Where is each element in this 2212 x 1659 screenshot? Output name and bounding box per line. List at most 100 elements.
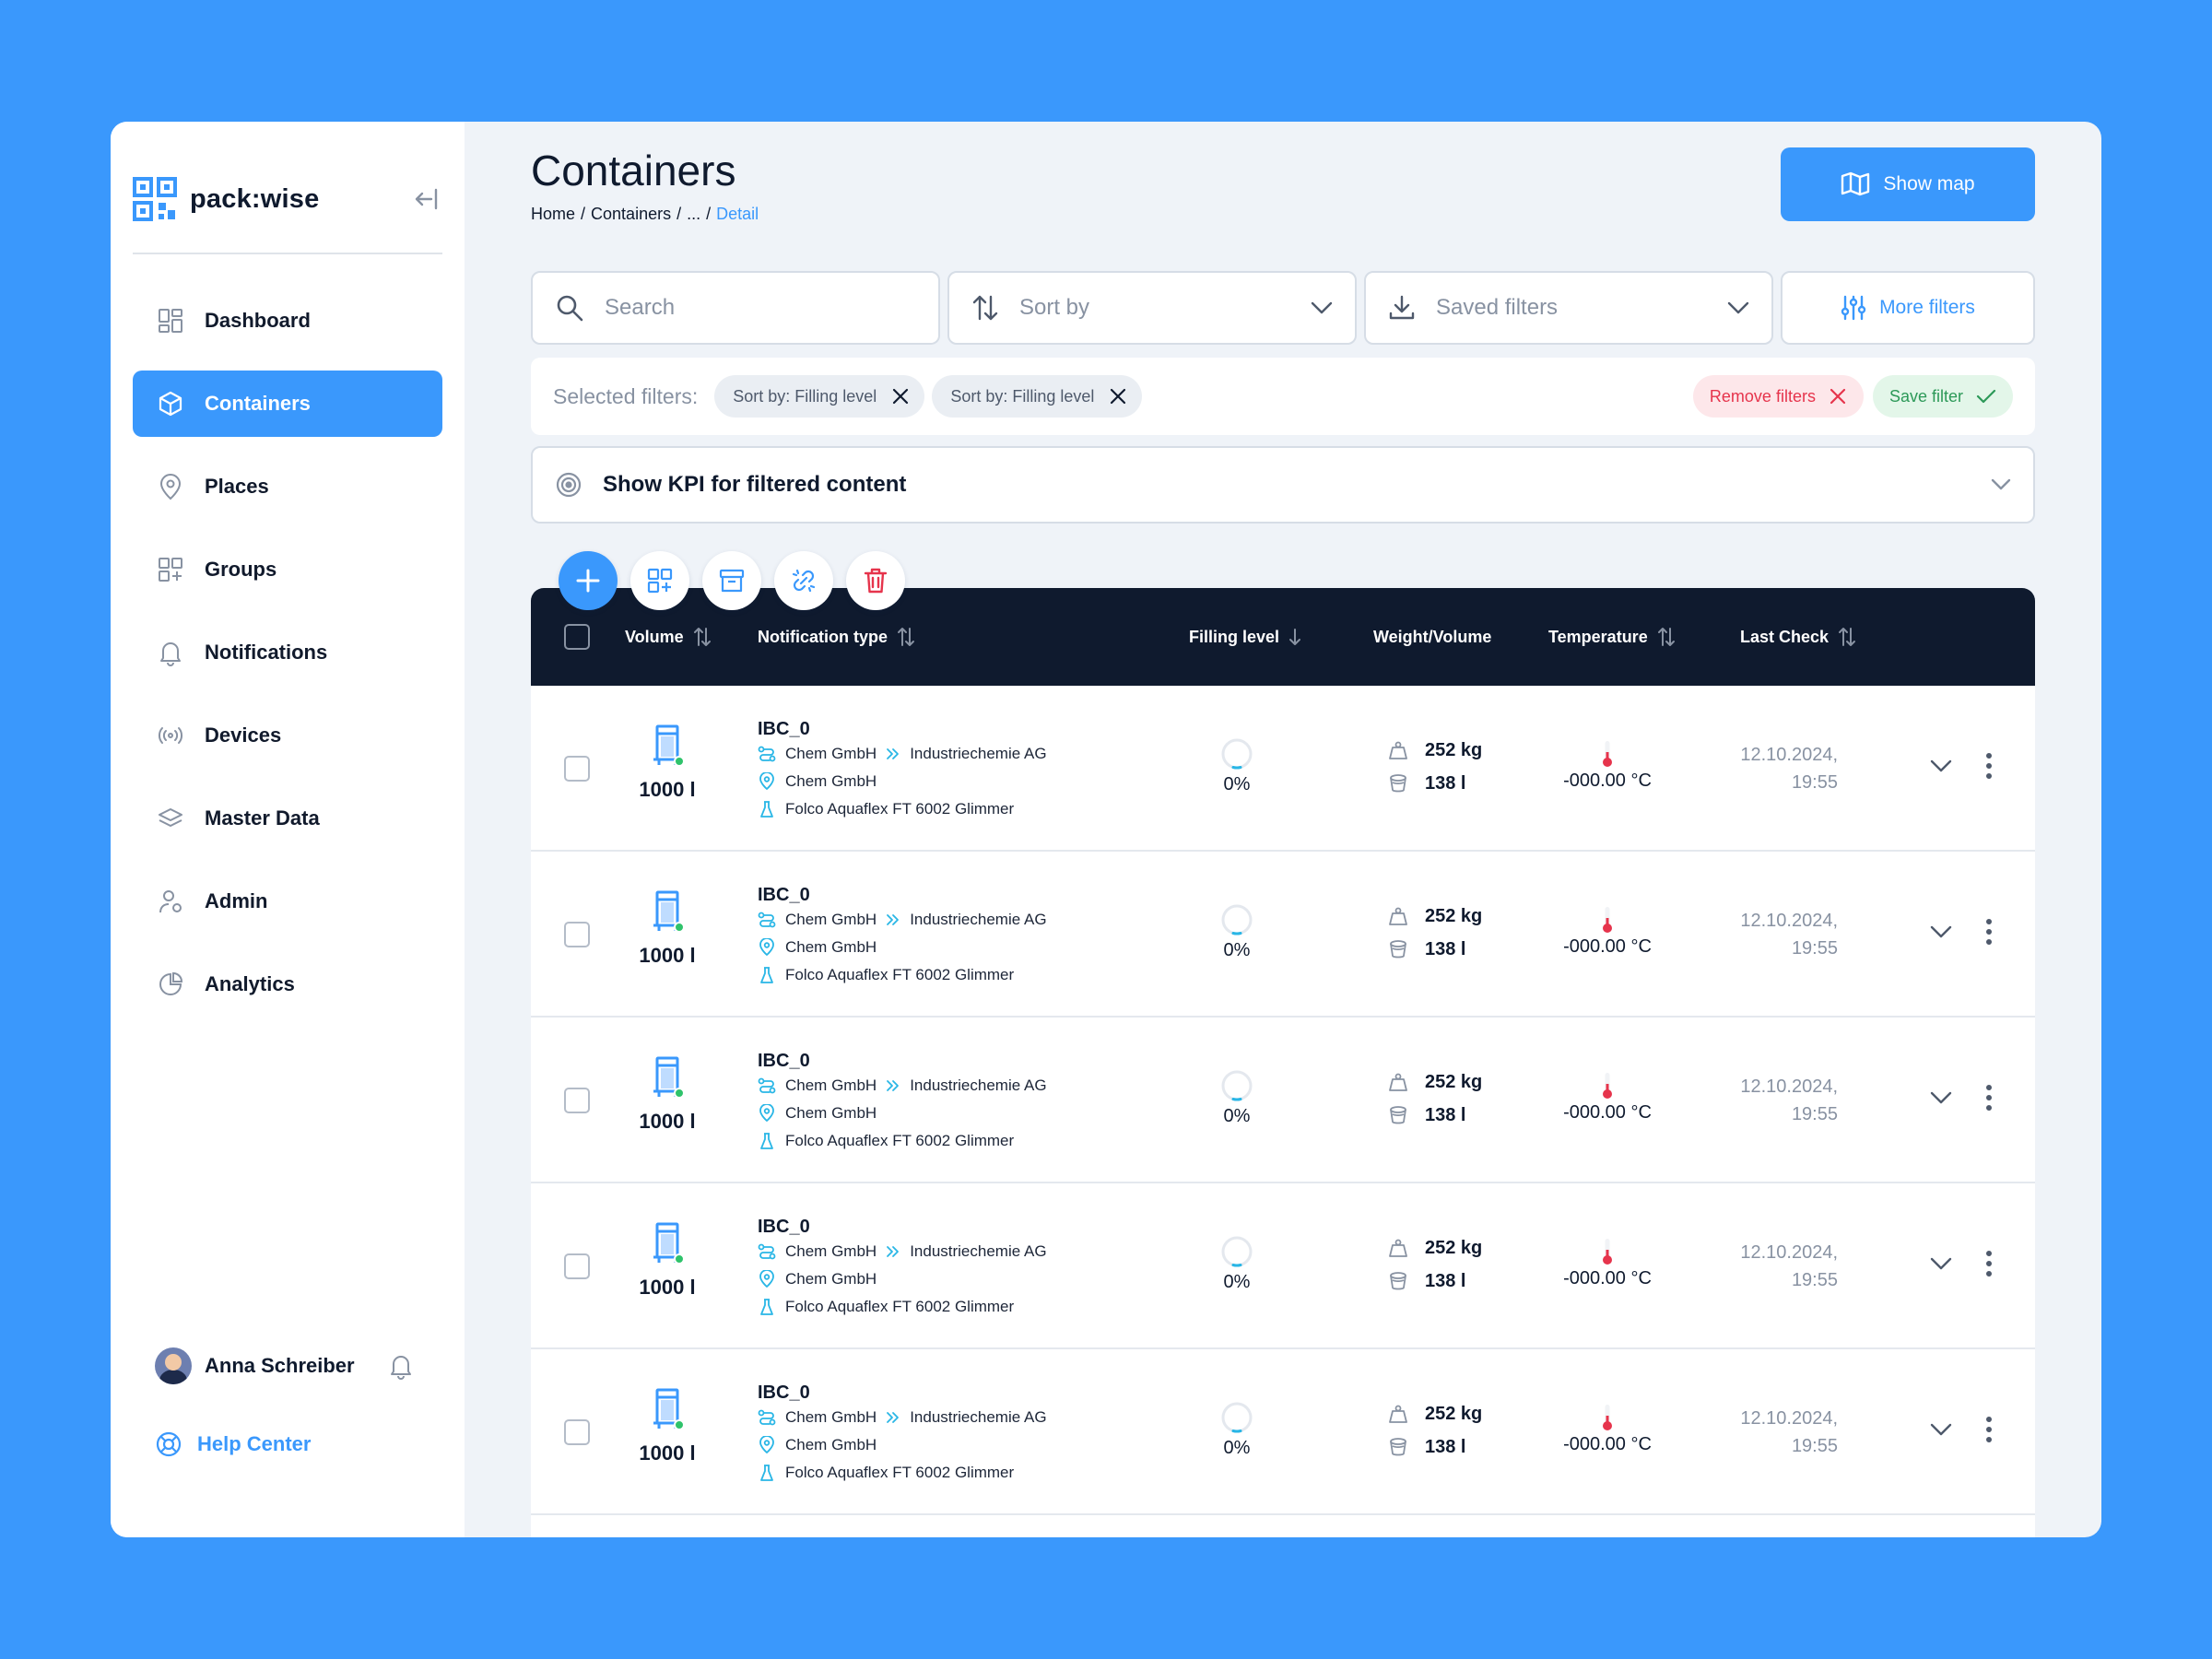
delete-button[interactable]: [846, 551, 905, 610]
expand-row-button[interactable]: [1930, 759, 1952, 777]
row-more-menu[interactable]: [1985, 752, 1993, 784]
container-name[interactable]: IBC_0: [758, 1382, 1047, 1404]
breadcrumb-containers[interactable]: Containers: [591, 205, 671, 224]
row-checkbox[interactable]: [564, 1253, 590, 1279]
saved-filters-dropdown[interactable]: Saved filters: [1364, 271, 1773, 345]
column-header-last-check[interactable]: Last Check: [1740, 588, 1856, 686]
show-map-button[interactable]: Show map: [1781, 147, 2035, 221]
route-to: Industriechemie AG: [910, 1242, 1047, 1260]
sidebar-item-places[interactable]: Places: [133, 453, 442, 520]
sort-descending-icon: [1289, 629, 1301, 645]
sort-by-dropdown[interactable]: Sort by: [947, 271, 1357, 345]
thermometer-icon: [1603, 907, 1612, 933]
column-header-temperature[interactable]: Temperature: [1548, 588, 1676, 686]
route-to: Industriechemie AG: [910, 1408, 1047, 1426]
sidebar-item-dashboard[interactable]: Dashboard: [133, 288, 442, 354]
breadcrumb-separator: /: [706, 205, 712, 223]
close-icon[interactable]: [1109, 387, 1127, 406]
ibc-container-icon: [653, 1056, 685, 1099]
collapse-sidebar-icon[interactable]: [411, 184, 441, 214]
route-from: Chem GmbH: [785, 1242, 877, 1260]
row-checkbox[interactable]: [564, 756, 590, 782]
thermometer-icon: [1603, 1405, 1612, 1430]
sidebar: pack:wise Dashboard Containers Places Gr…: [111, 122, 465, 1537]
row-more-menu[interactable]: [1985, 1250, 1993, 1282]
brand-name: pack:wise: [190, 183, 320, 214]
map-icon: [1841, 171, 1870, 196]
add-to-group-button[interactable]: [630, 551, 689, 610]
row-more-menu[interactable]: [1985, 1084, 1993, 1116]
row-checkbox-cell: [564, 1253, 590, 1279]
row-more-menu[interactable]: [1985, 918, 1993, 950]
more-filters-button[interactable]: More filters: [1781, 271, 2035, 345]
brand-logo[interactable]: pack:wise: [133, 177, 319, 221]
kpi-toggle[interactable]: Show KPI for filtered content: [531, 446, 2035, 524]
sidebar-item-devices[interactable]: Devices: [133, 702, 442, 769]
lifebuoy-icon: [156, 1431, 182, 1457]
filling-level-cell: 0%: [1209, 1235, 1265, 1293]
select-all-checkbox[interactable]: [564, 624, 590, 650]
expand-row-button[interactable]: [1930, 925, 1952, 943]
sidebar-item-analytics[interactable]: Analytics: [133, 951, 442, 1018]
last-check-time: 19:55: [1791, 1436, 1838, 1456]
sidebar-item-containers[interactable]: Containers: [133, 371, 442, 437]
expand-row-button[interactable]: [1930, 1091, 1952, 1109]
row-checkbox[interactable]: [564, 922, 590, 947]
column-header-weight-volume[interactable]: Weight/Volume: [1373, 588, 1491, 686]
container-name[interactable]: IBC_0: [758, 1217, 1047, 1238]
save-filter-button[interactable]: Save filter: [1872, 375, 2013, 418]
weight-volume-cell: 252 kg 138 l: [1388, 1231, 1482, 1298]
column-header-filling-level[interactable]: Filling level: [1189, 588, 1301, 686]
product-line: Folco Aquaflex FT 6002 Glimmer: [758, 1459, 1047, 1487]
archive-button[interactable]: [702, 551, 761, 610]
add-container-button[interactable]: [559, 551, 618, 610]
table-row[interactable]: 1000 l IBC_0 Chem GmbH Industriechemie A…: [531, 1018, 2035, 1183]
chevron-down-icon: [1930, 925, 1952, 938]
route-from: Chem GmbH: [785, 745, 877, 762]
remove-filters-button[interactable]: Remove filters: [1692, 375, 1864, 418]
expand-row-button[interactable]: [1930, 1257, 1952, 1275]
sort-icon: [898, 628, 915, 646]
container-name[interactable]: IBC_0: [758, 719, 1047, 740]
close-icon[interactable]: [891, 387, 910, 406]
container-name[interactable]: IBC_0: [758, 1051, 1047, 1072]
container-name[interactable]: IBC_0: [758, 885, 1047, 906]
sidebar-item-groups[interactable]: Groups: [133, 536, 442, 603]
breadcrumb-home[interactable]: Home: [531, 205, 575, 224]
route-from: Chem GmbH: [785, 911, 877, 928]
route-icon: [758, 1243, 776, 1260]
user-profile[interactable]: Anna Schreiber: [155, 1347, 355, 1384]
help-center-link[interactable]: Help Center: [155, 1430, 311, 1458]
table-row[interactable]: 1000 l IBC_0 Chem GmbH Industriechemie A…: [531, 852, 2035, 1018]
row-checkbox[interactable]: [564, 1088, 590, 1113]
volume-line: 138 l: [1388, 767, 1482, 800]
container-volume: 1000 l: [639, 944, 696, 967]
filter-chip[interactable]: Sort by: Filling level: [932, 375, 1143, 418]
row-more-menu[interactable]: [1985, 1416, 1993, 1448]
last-check-date: 12.10.2024,: [1740, 1242, 1838, 1263]
sidebar-item-notifications[interactable]: Notifications: [133, 619, 442, 686]
table-row[interactable]: 1000 l IBC_0 Chem GmbH Industriechemie A…: [531, 1183, 2035, 1349]
row-checkbox[interactable]: [564, 1419, 590, 1445]
chevron-down-icon: [1930, 1423, 1952, 1436]
search-input[interactable]: Search: [531, 271, 940, 345]
chevron-down-icon: [1311, 301, 1333, 314]
filter-chip[interactable]: Sort by: Filling level: [714, 375, 925, 418]
thermometer-icon: [1603, 741, 1612, 767]
product-line: Folco Aquaflex FT 6002 Glimmer: [758, 795, 1047, 823]
table-row[interactable]: 1000 l IBC_0 Chem GmbH Industriechemie A…: [531, 1349, 2035, 1515]
sidebar-item-admin[interactable]: Admin: [133, 868, 442, 935]
expand-row-button[interactable]: [1930, 1423, 1952, 1441]
more-vertical-icon: [1986, 1085, 1992, 1111]
unlink-button[interactable]: [774, 551, 833, 610]
weight-icon: [1389, 741, 1407, 759]
route-line: Chem GmbH Industriechemie AG: [758, 1404, 1047, 1431]
breadcrumb-ellipsis[interactable]: ...: [687, 205, 700, 224]
double-chevron-right-icon: [887, 1246, 900, 1257]
filling-level-value: 0%: [1223, 1106, 1251, 1126]
sidebar-item-master-data[interactable]: Master Data: [133, 785, 442, 852]
last-check-cell: 12.10.2024, 19:55: [1720, 741, 1838, 796]
user-notifications-icon[interactable]: [387, 1351, 415, 1381]
table-row[interactable]: 1000 l IBC_0 Chem GmbH Industriechemie A…: [531, 686, 2035, 852]
route-from: Chem GmbH: [785, 1408, 877, 1426]
